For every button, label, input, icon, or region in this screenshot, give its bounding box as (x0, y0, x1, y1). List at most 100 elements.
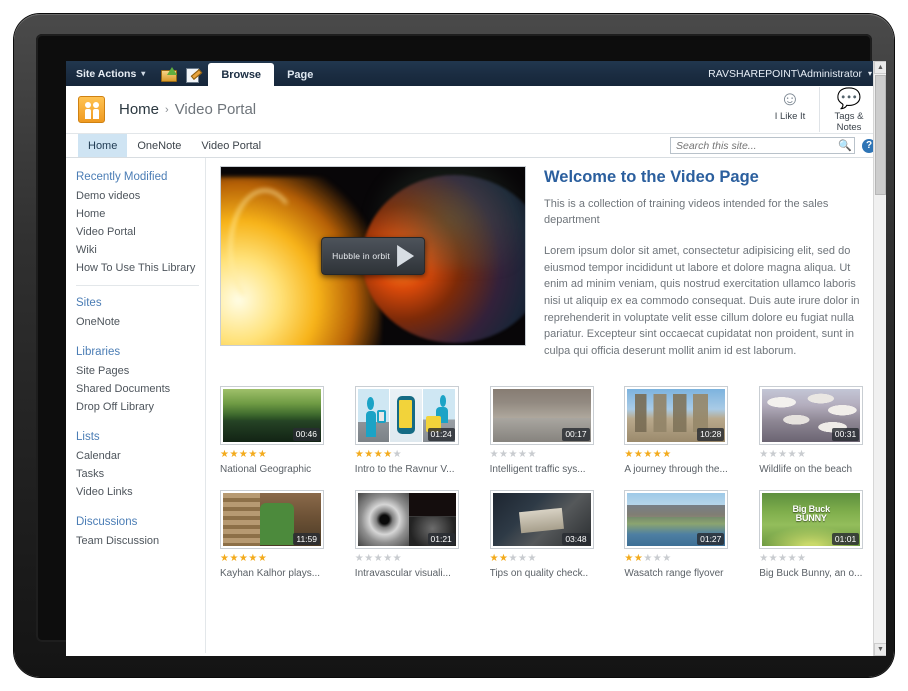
star-rating[interactable]: ★★★★★ (490, 554, 594, 564)
video-card[interactable]: 10:28 ★★★★★ A journey through the... (624, 385, 729, 477)
video-duration: 10:28 (697, 428, 725, 441)
sidebar-item-tasks[interactable]: Tasks (76, 465, 205, 483)
tags-and-notes-button[interactable]: 💬 Tags & Notes (826, 85, 872, 134)
ribbon-tab-page[interactable]: Page (274, 64, 326, 86)
sidebar-heading-recently-modified[interactable]: Recently Modified (76, 168, 205, 187)
player-art-arc (229, 189, 301, 309)
video-thumbnail[interactable]: 00:31 (759, 385, 864, 445)
i-like-it-label: I Like It (774, 111, 806, 123)
scroll-up-arrow-icon[interactable]: ▲ (874, 61, 886, 74)
search-icon[interactable]: 🔍 (836, 139, 854, 152)
sidebar-item-onenote[interactable]: OneNote (76, 313, 205, 331)
video-card[interactable]: 00:17 ★★★★★ Intelligent traffic sys... (489, 385, 594, 477)
nav-tab-home[interactable]: Home (78, 134, 128, 157)
i-like-it-button[interactable]: ☺ I Like It (767, 85, 813, 123)
scroll-down-arrow-icon[interactable]: ▼ (874, 643, 886, 656)
nav-tab-onenote[interactable]: OneNote (127, 134, 191, 157)
sidebar-item-calendar[interactable]: Calendar (76, 447, 205, 465)
breadcrumb-home[interactable]: Home (119, 101, 159, 118)
video-title[interactable]: Wasatch range flyover (624, 568, 728, 581)
sidebar-item-shared-documents[interactable]: Shared Documents (76, 380, 205, 398)
search-box[interactable]: 🔍 (670, 137, 855, 154)
navigate-up-icon[interactable] (161, 66, 178, 82)
video-card[interactable]: Big Buck BUNNY 01:01 ★★★★★ Big Buck Bunn… (759, 490, 864, 581)
sidebar-item-site-pages[interactable]: Site Pages (76, 362, 205, 380)
play-triangle-icon (396, 245, 414, 267)
cartoon-screen (376, 410, 386, 423)
sidebar-item-wiki[interactable]: Wiki (76, 241, 205, 259)
social-actions: ☺ I Like It 💬 Tags & Notes (767, 85, 886, 134)
video-thumbnail[interactable]: 00:17 (489, 385, 594, 445)
video-card[interactable]: 00:46 ★★★★★ National Geographic (220, 385, 324, 477)
search-input[interactable] (671, 138, 836, 153)
video-card[interactable]: 11:59 ★★★★★ Kayhan Kalhor plays... (220, 490, 324, 581)
sidebar-heading-discussions[interactable]: Discussions (76, 513, 205, 532)
star-rating[interactable]: ★★★★★ (624, 449, 728, 460)
video-thumbnail[interactable]: 03:48 (489, 490, 594, 550)
video-title[interactable]: A journey through the... (624, 464, 728, 477)
video-thumbnail[interactable]: Big Buck BUNNY 01:01 (759, 490, 864, 550)
video-card[interactable]: 00:31 ★★★★★ Wildlife on the beach (759, 385, 864, 477)
sidebar-item-video-portal[interactable]: Video Portal (76, 223, 205, 241)
video-player[interactable]: Hubble in orbit (220, 166, 526, 346)
edit-page-icon[interactable] (185, 67, 200, 83)
sharepoint-people-logo[interactable] (78, 96, 105, 123)
welcome-lead-text: This is a collection of training videos … (544, 198, 829, 226)
video-title[interactable]: Intravascular visuali... (355, 568, 459, 581)
video-thumbnail[interactable]: 11:59 (220, 490, 324, 550)
star-rating[interactable]: ★★★★★ (355, 449, 459, 460)
video-duration: 01:01 (831, 532, 860, 546)
sidebar-item-drop-off-library[interactable]: Drop Off Library (76, 398, 205, 416)
video-title[interactable]: Big Buck Bunny, an o... (759, 568, 863, 581)
video-title[interactable]: National Geographic (220, 464, 324, 477)
sidebar-item-demo-videos[interactable]: Demo videos (76, 187, 205, 205)
video-title[interactable]: Wildlife on the beach (759, 464, 863, 477)
video-duration: 00:31 (831, 428, 860, 441)
star-rating[interactable]: ★★★★★ (355, 554, 459, 564)
star-rating[interactable]: ★★★★★ (220, 449, 324, 460)
video-title[interactable]: Kayhan Kalhor plays... (220, 568, 324, 581)
scrollbar-thumb[interactable] (875, 75, 886, 195)
logo-head-left (85, 102, 91, 108)
star-rating[interactable]: ★★★★★ (220, 554, 324, 564)
sidebar-heading-lists[interactable]: Lists (76, 428, 205, 447)
video-thumbnail[interactable]: 00:46 (220, 385, 324, 445)
sidebar-item-home[interactable]: Home (76, 205, 205, 223)
star-rating[interactable]: ★★★★★ (759, 554, 863, 564)
video-card[interactable]: 01:27 ★★★★★ Wasatch range flyover (624, 490, 729, 581)
ribbon-tab-browse[interactable]: Browse (208, 63, 275, 86)
sidebar-heading-sites[interactable]: Sites (76, 294, 205, 313)
video-thumbnail[interactable]: 10:28 (624, 385, 729, 445)
site-actions-menu[interactable]: Site Actions ▾ (66, 61, 153, 86)
star-rating[interactable]: ★★★★★ (490, 449, 594, 460)
quick-launch-sidebar: Recently Modified Demo videos Home Video… (66, 158, 206, 653)
vertical-scrollbar[interactable]: ▲ ▼ (873, 61, 886, 656)
video-duration: 03:48 (562, 532, 590, 546)
sidebar-item-how-to-use-this-library[interactable]: How To Use This Library (76, 259, 205, 277)
sidebar-heading-libraries[interactable]: Libraries (76, 343, 205, 362)
video-card[interactable]: 01:21 ★★★★★ Intravascular visuali... (354, 490, 459, 581)
star-rating[interactable]: ★★★★★ (624, 554, 728, 564)
quick-access-toolbar (153, 61, 208, 86)
video-title[interactable]: Tips on quality check.. (490, 568, 594, 581)
sidebar-item-team-discussion[interactable]: Team Discussion (76, 532, 205, 550)
video-title[interactable]: Intelligent traffic sys... (490, 464, 594, 477)
user-menu[interactable]: RAVSHAREPOINT\Administrator ▾ (708, 61, 886, 86)
video-card[interactable]: 03:48 ★★★★★ Tips on quality check.. (489, 490, 594, 581)
sidebar-item-video-links[interactable]: Video Links (76, 483, 205, 501)
chevron-down-icon: ▾ (141, 69, 146, 78)
play-button[interactable]: Hubble in orbit (321, 237, 425, 275)
video-title[interactable]: Intro to the Ravnur V... (355, 464, 459, 477)
video-thumbnail[interactable]: 01:27 (624, 490, 729, 550)
nav-tab-video-portal[interactable]: Video Portal (191, 134, 271, 157)
breadcrumb-current: Video Portal (174, 101, 257, 118)
video-thumbnail[interactable]: 01:24 (354, 385, 459, 445)
cartoon-pane-a (357, 388, 391, 442)
nav-group-lists: Lists Calendar Tasks Video Links (76, 428, 205, 501)
video-thumbnail[interactable]: 01:21 (354, 490, 459, 550)
video-card[interactable]: 01:24 ★★★★★ Intro to the Ravnur V... (354, 385, 459, 477)
star-rating[interactable]: ★★★★★ (759, 449, 863, 460)
tags-label-line2: Notes (836, 122, 862, 133)
cartoon-phone (397, 396, 415, 435)
